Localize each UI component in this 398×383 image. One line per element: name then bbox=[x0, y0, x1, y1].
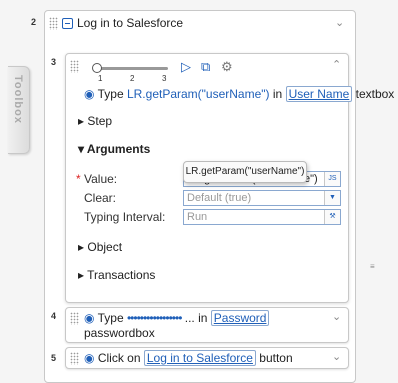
section-label: Object bbox=[87, 240, 123, 254]
section-object[interactable]: ▸ Object bbox=[78, 240, 122, 254]
js-button[interactable]: JS bbox=[324, 172, 340, 186]
level-slider-knob[interactable] bbox=[92, 63, 102, 73]
slider-tick: 2 bbox=[130, 74, 135, 83]
masked-value: ••••••••••••••••• bbox=[126, 311, 182, 325]
record-icon[interactable]: ⧉ bbox=[201, 59, 210, 75]
toolbox-label: Toolbox bbox=[12, 75, 24, 124]
comment-icon: ◉ bbox=[84, 311, 95, 325]
section-label: Transactions bbox=[87, 268, 156, 282]
summary-suffix: button bbox=[259, 351, 293, 365]
interval-field[interactable]: Run ⚒ bbox=[183, 209, 341, 225]
clear-text: Default (true) bbox=[187, 192, 252, 204]
summary-middle: in bbox=[272, 87, 283, 101]
summary-line2: passwordbox bbox=[84, 326, 155, 340]
section-transactions[interactable]: ▸ Transactions bbox=[78, 268, 155, 282]
play-icon[interactable]: ▷ bbox=[181, 59, 191, 75]
step-card-4[interactable]: ◉ Type ••••••••••••••••• ... in Password… bbox=[65, 307, 349, 343]
step-number: 2 bbox=[31, 17, 37, 27]
summary-middle: ... in bbox=[184, 311, 208, 325]
toolbox-tab[interactable]: Toolbox bbox=[8, 66, 30, 154]
summary-prefix: Type bbox=[97, 311, 124, 325]
level-slider-track[interactable] bbox=[96, 67, 168, 70]
drag-handle-icon[interactable] bbox=[49, 16, 58, 30]
value-label: Value: bbox=[84, 172, 118, 186]
target-link[interactable]: Password bbox=[210, 310, 270, 326]
step-summary: ◉ Type LR.getParam("userName") in User N… bbox=[84, 86, 395, 102]
section-label: Step bbox=[87, 114, 113, 128]
step-title: Log in to Salesforce bbox=[77, 16, 184, 30]
target-link[interactable]: User Name bbox=[285, 86, 353, 102]
drag-handle-icon[interactable] bbox=[70, 312, 79, 325]
chevron-down-icon[interactable]: ⌄ bbox=[335, 16, 344, 29]
section-label: Arguments bbox=[86, 142, 151, 156]
step-number: 5 bbox=[51, 353, 57, 363]
section-step[interactable]: ▸ Step bbox=[78, 114, 112, 128]
chevron-up-icon[interactable]: ⌃ bbox=[332, 58, 341, 71]
chevron-down-icon[interactable]: ⌄ bbox=[332, 310, 341, 323]
collapse-icon[interactable] bbox=[62, 17, 73, 29]
chevron-down-icon[interactable]: ⌄ bbox=[332, 350, 341, 363]
clear-label: Clear: bbox=[84, 191, 117, 205]
triangle-right-icon: ▸ bbox=[78, 114, 85, 128]
tooltip: LR.getParam("userName") bbox=[183, 161, 307, 183]
step-header-2[interactable]: Log in to Salesforce bbox=[45, 11, 355, 35]
triangle-right-icon: ▸ bbox=[78, 268, 85, 282]
drag-handle-icon[interactable] bbox=[70, 352, 79, 365]
drag-handle-icon[interactable] bbox=[70, 60, 79, 73]
scrollbar-grip-icon[interactable]: ≡ bbox=[370, 262, 375, 271]
slider-tick: 3 bbox=[162, 74, 167, 83]
triangle-right-icon: ▸ bbox=[78, 240, 85, 254]
comment-icon: ◉ bbox=[84, 351, 95, 365]
settings-icon[interactable]: ⚙ bbox=[221, 59, 233, 75]
triangle-down-icon: ▾ bbox=[78, 142, 85, 156]
step-summary: ◉ Click on Log in to Salesforce button bbox=[84, 350, 293, 366]
step-number: 4 bbox=[51, 311, 57, 321]
clear-select[interactable]: Default (true) ▼ bbox=[183, 190, 341, 206]
required-mark: * bbox=[76, 172, 81, 186]
summary-prefix: Click on bbox=[97, 351, 141, 365]
comment-icon: ◉ bbox=[84, 87, 95, 101]
slider-tick: 1 bbox=[98, 74, 103, 83]
interval-label: Typing Interval: bbox=[84, 210, 166, 224]
step-card-2: Log in to Salesforce ⌄ 3 1 2 3 ▷ ⧉ ⚙ ⌃ ◉… bbox=[44, 10, 394, 383]
summary-prefix: Type bbox=[97, 87, 124, 101]
step-card-5[interactable]: ◉ Click on Log in to Salesforce button ⌄ bbox=[65, 347, 349, 369]
interval-text: Run bbox=[187, 211, 208, 223]
section-arguments[interactable]: ▾ Arguments bbox=[78, 142, 150, 156]
summary-param: LR.getParam("userName") bbox=[126, 87, 270, 101]
target-link[interactable]: Log in to Salesforce bbox=[143, 350, 256, 366]
wrench-icon[interactable]: ⚒ bbox=[324, 210, 340, 224]
step-summary: ◉ Type ••••••••••••••••• ... in Password bbox=[84, 310, 270, 326]
step-number: 3 bbox=[51, 57, 57, 67]
dropdown-arrow-icon[interactable]: ▼ bbox=[324, 191, 340, 205]
summary-suffix: textbox bbox=[355, 87, 395, 101]
